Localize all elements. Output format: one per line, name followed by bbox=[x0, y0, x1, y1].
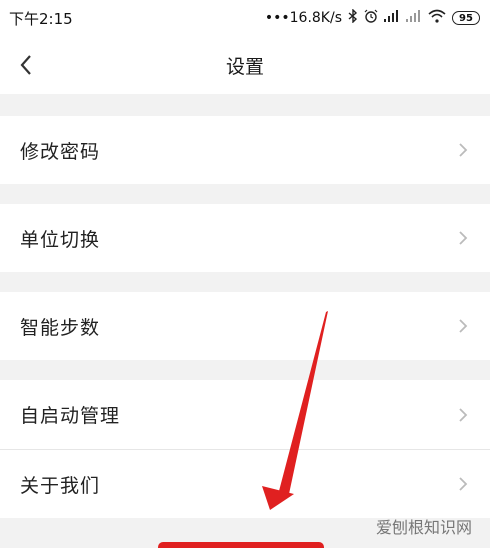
settings-item-autostart[interactable]: 自启动管理 bbox=[0, 380, 490, 449]
settings-item-label: 自启动管理 bbox=[20, 405, 121, 427]
back-arrow-icon[interactable] bbox=[12, 50, 40, 80]
chevron-right-icon bbox=[458, 229, 470, 247]
settings-item-smart-steps[interactable]: 智能步数 bbox=[0, 292, 490, 360]
settings-item-label: 关于我们 bbox=[20, 474, 101, 497]
nav-bar: 设置 bbox=[0, 36, 490, 94]
settings-item-label: 智能步数 bbox=[20, 316, 101, 339]
settings-item-unit-switch[interactable]: 单位切换 bbox=[0, 204, 490, 272]
chevron-right-icon bbox=[458, 317, 470, 335]
status-time: 下午2:15 bbox=[9, 9, 73, 28]
chevron-right-icon bbox=[458, 406, 470, 424]
settings-item-label: 修改密码 bbox=[20, 140, 101, 163]
network-speed: •••16.8K/s bbox=[264, 10, 342, 26]
status-icons: •••16.8K/s 95 bbox=[264, 8, 480, 27]
highlight-bar bbox=[158, 542, 324, 548]
chevron-right-icon bbox=[458, 475, 470, 493]
status-bar: 下午2:15 •••16.8K/s 95 bbox=[0, 0, 490, 36]
settings-item-change-password[interactable]: 修改密码 bbox=[0, 116, 490, 184]
page-title: 设置 bbox=[225, 55, 264, 78]
watermark-text: 爱刨根知识网 bbox=[375, 518, 472, 537]
signal-icon-2 bbox=[406, 10, 422, 26]
battery-icon: 95 bbox=[452, 11, 480, 25]
wifi-icon bbox=[428, 9, 446, 27]
chevron-right-icon bbox=[458, 141, 470, 159]
bluetooth-icon bbox=[348, 8, 358, 27]
settings-item-about-us[interactable]: 关于我们 bbox=[0, 450, 490, 518]
settings-item-label: 单位切换 bbox=[20, 228, 101, 251]
alarm-icon bbox=[364, 9, 378, 27]
signal-icon bbox=[384, 10, 400, 26]
